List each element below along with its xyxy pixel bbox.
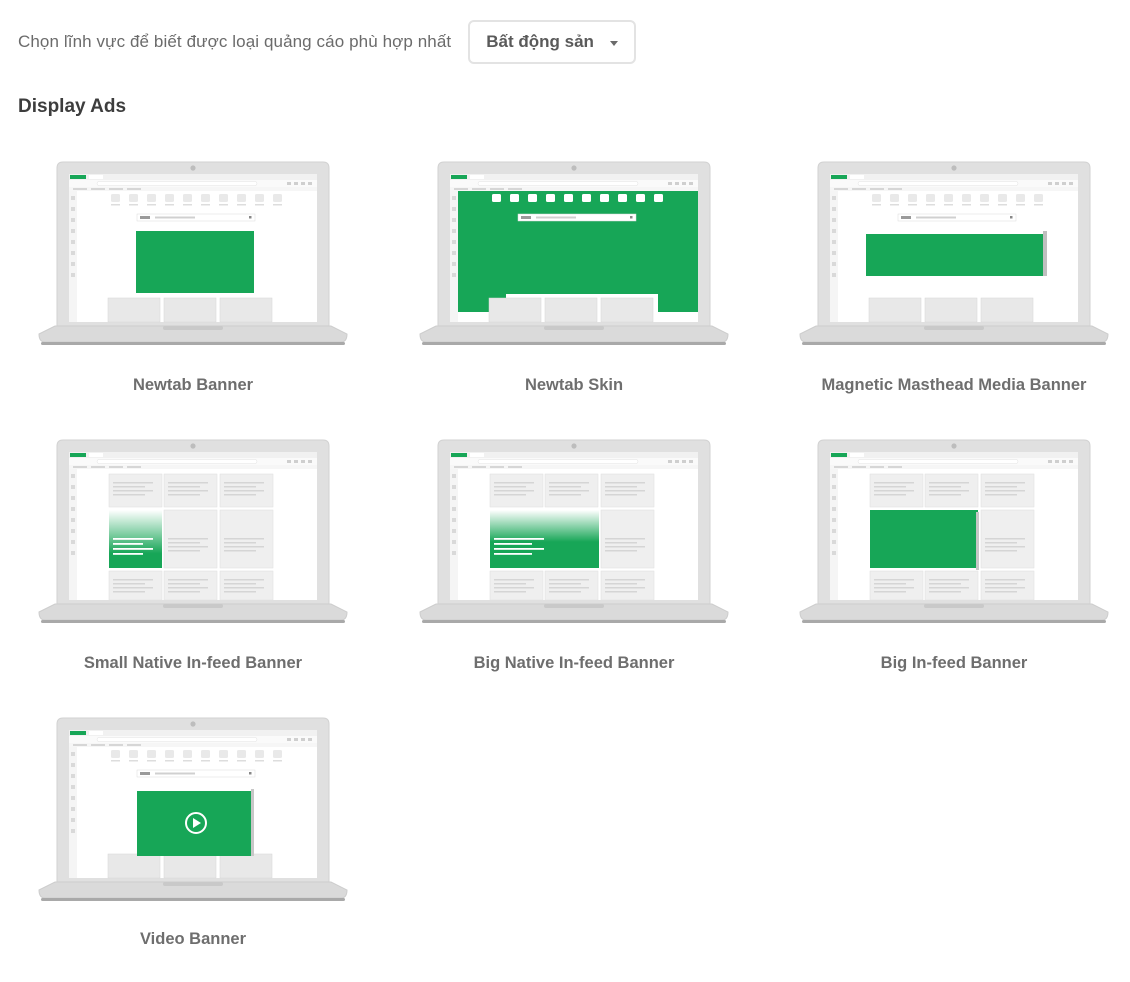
ad-format-card-video[interactable]: Video Banner xyxy=(37,712,349,962)
ad-format-title: Newtab Skin xyxy=(524,376,624,394)
ad-format-card-masthead[interactable]: Magnetic Masthead Media Banner xyxy=(798,156,1110,406)
ad-format-card-newtab-skin[interactable]: Newtab Skin xyxy=(418,156,730,406)
laptop-preview xyxy=(799,161,1109,345)
ad-format-title: Big In-feed Banner xyxy=(880,654,1028,672)
filter-label: Chọn lĩnh vực để biết được loại quảng cá… xyxy=(18,32,452,51)
ad-format-card-big-infeed[interactable]: Big In-feed Banner xyxy=(798,434,1110,684)
ad-format-card-newtab-banner[interactable]: Newtab Banner xyxy=(37,156,349,406)
ad-format-card-small-native[interactable]: Small Native In-feed Banner xyxy=(37,434,349,684)
ad-format-title: Big Native In-feed Banner xyxy=(473,654,675,672)
laptop-preview xyxy=(419,439,729,623)
laptop-preview xyxy=(38,439,348,623)
ad-format-title: Video Banner xyxy=(139,930,247,948)
ad-format-title: Small Native In-feed Banner xyxy=(83,654,303,672)
laptop-preview xyxy=(799,439,1109,623)
ad-format-card-big-native[interactable]: Big Native In-feed Banner xyxy=(418,434,730,684)
industry-select[interactable]: Bất động sản xyxy=(468,20,637,64)
industry-select-value: Bất động sản xyxy=(486,32,594,51)
laptop-preview xyxy=(38,717,348,901)
industry-filter: Chọn lĩnh vực để biết được loại quảng cá… xyxy=(18,20,637,64)
laptop-preview xyxy=(419,161,729,345)
chevron-down-icon xyxy=(610,40,619,46)
section-title: Display Ads xyxy=(18,96,127,117)
ad-format-title: Newtab Banner xyxy=(132,376,254,394)
laptop-preview xyxy=(38,161,348,345)
ad-format-title: Magnetic Masthead Media Banner xyxy=(821,376,1087,394)
